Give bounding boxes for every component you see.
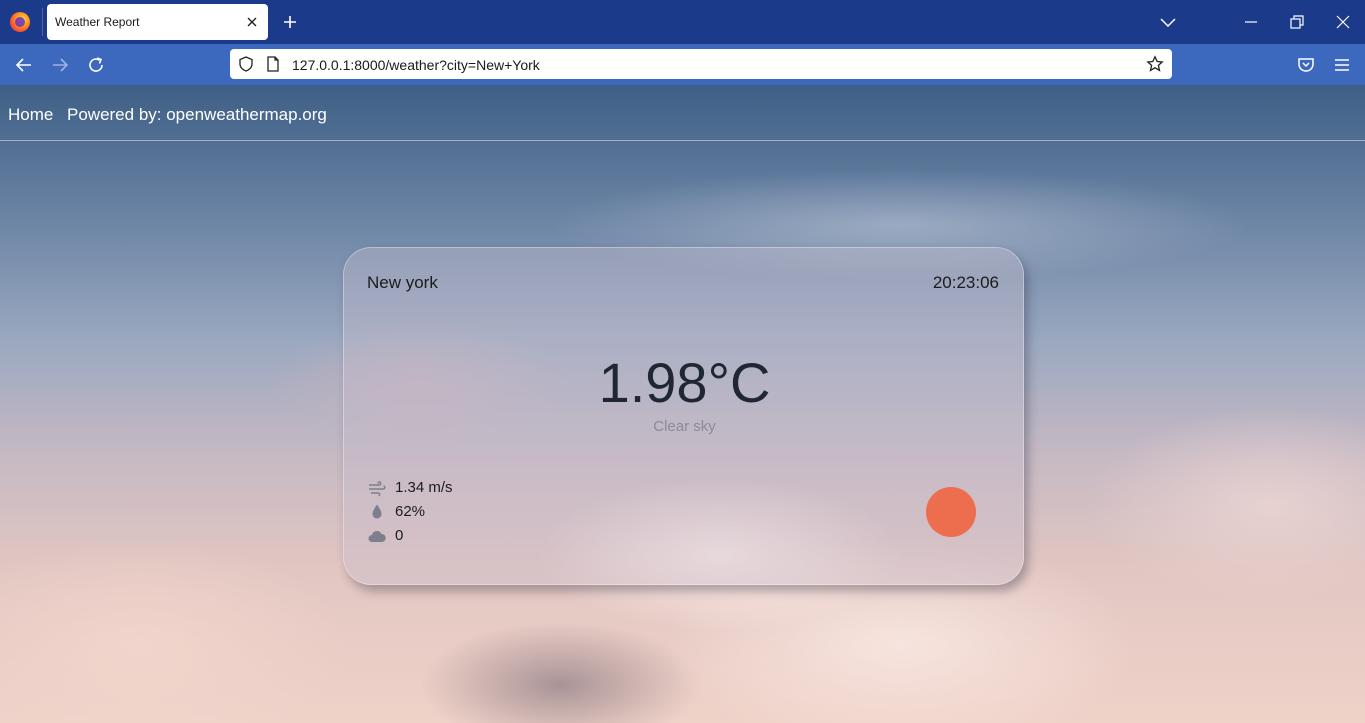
home-link[interactable]: Home <box>8 105 53 125</box>
browser-tab-strip: Weather Report <box>0 0 1365 44</box>
droplet-icon <box>372 504 382 519</box>
pocket-icon[interactable] <box>1295 54 1317 76</box>
cloudiness-value: 0 <box>395 527 404 544</box>
page-viewport: Home Powered by: openweathermap.org New … <box>0 85 1365 723</box>
city-name: New york <box>367 273 438 292</box>
temperature: 1.98°C <box>598 351 771 414</box>
tab-separator <box>42 8 43 36</box>
sun-icon <box>926 487 976 537</box>
shield-icon[interactable] <box>237 55 255 73</box>
wind-icon <box>369 481 386 497</box>
cloud-icon <box>368 530 386 542</box>
browser-tab[interactable]: Weather Report <box>47 4 268 40</box>
weather-card: New york 20:23:06 1.98°C Clear sky 1.34 … <box>343 247 1024 585</box>
close-window-icon[interactable] <box>1333 12 1353 32</box>
browser-toolbar: 127.0.0.1:8000/weather?city=New+York <box>0 44 1365 85</box>
powered-by-link[interactable]: Powered by: openweathermap.org <box>67 105 327 125</box>
back-arrow-icon[interactable] <box>13 54 35 76</box>
local-time: 20:23:06 <box>932 273 999 292</box>
forward-arrow-icon[interactable] <box>49 54 71 76</box>
url-text: 127.0.0.1:8000/weather?city=New+York <box>292 57 540 73</box>
site-navbar: Home Powered by: openweathermap.org <box>0 85 1365 141</box>
humidity-value: 62% <box>395 503 426 520</box>
wind-speed: 1.34 m/s <box>395 479 453 496</box>
restore-icon[interactable] <box>1287 12 1307 32</box>
page-icon[interactable] <box>264 55 282 73</box>
close-tab-icon[interactable] <box>244 14 260 30</box>
tab-title: Weather Report <box>55 15 140 29</box>
address-bar[interactable]: 127.0.0.1:8000/weather?city=New+York <box>230 49 1172 79</box>
hamburger-menu-icon[interactable] <box>1331 54 1353 76</box>
weather-description: Clear sky <box>653 418 716 435</box>
firefox-logo-icon <box>10 12 30 32</box>
bookmark-star-icon[interactable] <box>1146 55 1164 73</box>
list-all-tabs-icon[interactable] <box>1158 12 1178 32</box>
minimize-icon[interactable] <box>1241 12 1261 32</box>
new-tab-icon[interactable] <box>280 12 300 32</box>
reload-icon[interactable] <box>85 54 107 76</box>
